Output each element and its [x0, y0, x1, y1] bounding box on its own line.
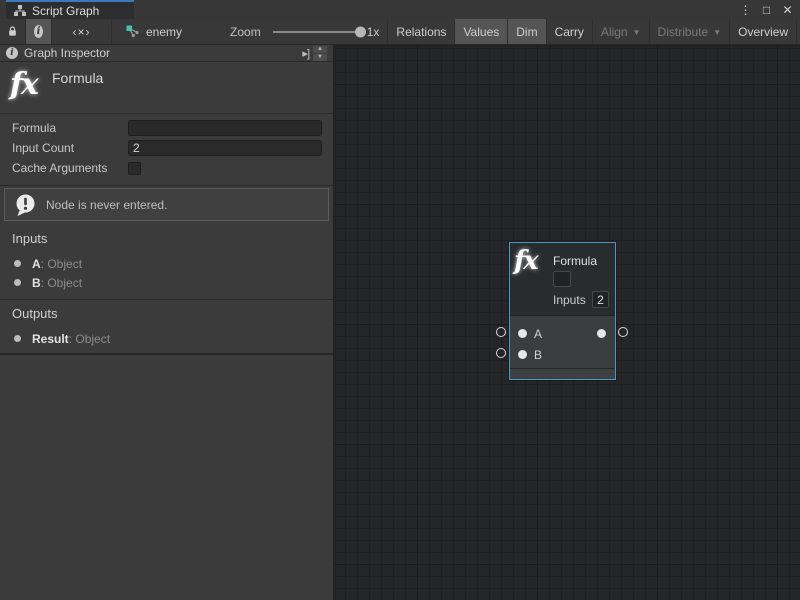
spinner-down-icon[interactable]: ▼	[313, 54, 327, 61]
graph-inspector-title: Graph Inspector	[24, 46, 110, 60]
zoom-control: Zoom 1x	[216, 19, 387, 44]
preview-code-button[interactable]: ‹×›	[52, 19, 112, 44]
graph-inspector-panel: i Graph Inspector ▸] ▲ ▼ fx Formula Form…	[0, 45, 334, 600]
inputs-section-header: Inputs	[12, 231, 47, 246]
zoom-slider-knob[interactable]	[355, 26, 366, 37]
input-count-input[interactable]	[128, 140, 322, 156]
carry-button[interactable]: Carry	[547, 19, 593, 44]
connection-hint-port-b[interactable]	[496, 348, 506, 358]
toolbar-right-group: Relations Values Dim Carry Align ▼ Distr…	[387, 19, 800, 44]
overview-button[interactable]: Overview	[730, 19, 797, 44]
align-dropdown[interactable]: Align ▼	[593, 19, 650, 44]
port-b-label: B	[534, 348, 542, 362]
dock-panel-icon[interactable]: ▸]	[302, 47, 309, 60]
info-icon: i	[34, 25, 43, 38]
zoom-slider[interactable]	[273, 31, 361, 33]
warning-text: Node is never entered.	[46, 198, 167, 212]
tab-script-graph[interactable]: Script Graph	[6, 0, 134, 19]
maximize-icon[interactable]: □	[758, 1, 775, 18]
port-bullet-icon	[14, 279, 21, 286]
spinner-up-icon[interactable]: ▲	[313, 46, 327, 53]
formula-field-label: Formula	[0, 121, 128, 135]
unity-script-graph-window: Script Graph ⋮ □ ✕ i ‹×›	[0, 0, 800, 600]
script-graph-asset-icon	[126, 25, 140, 38]
distribute-dropdown[interactable]: Distribute ▼	[650, 19, 731, 44]
lock-button[interactable]	[0, 19, 26, 44]
outputs-section-header: Outputs	[12, 306, 58, 321]
title-bar: Script Graph ⋮ □ ✕	[0, 0, 800, 19]
fx-icon: fx	[514, 246, 537, 276]
formula-node-inputs-label: Inputs	[553, 293, 586, 307]
formula-field-row: Formula	[0, 118, 333, 138]
formula-node-header: fx Formula Inputs 2	[510, 243, 615, 315]
window-controls: ⋮ □ ✕	[737, 0, 796, 19]
graph-toolbar: i ‹×› enemy Zoom 1x Relations	[0, 19, 800, 45]
cache-arguments-label: Cache Arguments	[0, 161, 128, 175]
relations-button[interactable]: Relations	[388, 19, 455, 44]
formula-input[interactable]	[128, 120, 322, 136]
graph-canvas[interactable]: fx Formula Inputs 2 A B	[334, 45, 800, 600]
input-count-label: Input Count	[0, 141, 128, 155]
formula-node[interactable]: fx Formula Inputs 2 A B	[509, 242, 616, 380]
graph-reference-label: enemy	[146, 25, 182, 39]
close-icon[interactable]: ✕	[779, 1, 796, 18]
port-bullet-icon	[14, 260, 21, 267]
values-button[interactable]: Values	[455, 19, 508, 44]
output-port-result[interactable]	[597, 329, 606, 338]
info-icon: i	[6, 47, 18, 59]
inspector-toggle-button[interactable]: i	[26, 19, 52, 44]
menu-icon[interactable]: ⋮	[737, 1, 754, 18]
output-port-row-result: Result : Object	[0, 329, 333, 348]
formula-node-count-input[interactable]: 2	[592, 291, 609, 308]
input-port-row-b: B : Object	[0, 273, 333, 292]
formula-node-footer	[510, 368, 615, 379]
panel-spinner: ▲ ▼	[313, 46, 327, 61]
divider	[0, 299, 333, 300]
formula-node-body: A B	[510, 315, 615, 368]
divider	[0, 113, 333, 114]
warning-bubble-icon	[14, 193, 37, 217]
dim-button[interactable]: Dim	[508, 19, 546, 44]
tab-label: Script Graph	[32, 4, 99, 18]
graph-hierarchy-icon	[14, 5, 26, 16]
input-count-field-row: Input Count	[0, 138, 333, 158]
lock-icon	[8, 25, 17, 38]
divider	[0, 185, 333, 186]
chevron-down-icon: ▼	[713, 28, 721, 37]
code-icon: ‹×›	[73, 25, 91, 39]
inspector-node-title: Formula	[52, 70, 103, 86]
connection-hint-port-a[interactable]	[496, 327, 506, 337]
graph-inspector-header: i Graph Inspector ▸] ▲ ▼	[0, 45, 333, 62]
cache-arguments-field-row: Cache Arguments	[0, 158, 333, 178]
input-port-a[interactable]	[518, 329, 527, 338]
port-a-label: A	[534, 327, 542, 341]
input-port-row-a: A : Object	[0, 254, 333, 273]
graph-reference-button[interactable]: enemy	[112, 19, 190, 44]
warning-box: Node is never entered.	[4, 188, 329, 221]
formula-node-title: Formula	[553, 254, 597, 268]
cache-arguments-checkbox[interactable]	[128, 162, 141, 175]
zoom-label: Zoom	[224, 25, 267, 39]
main-area: i Graph Inspector ▸] ▲ ▼ fx Formula Form…	[0, 45, 800, 600]
fx-icon: fx	[10, 67, 50, 102]
chevron-down-icon: ▼	[633, 28, 641, 37]
divider	[0, 353, 333, 355]
connection-hint-port-result[interactable]	[618, 327, 628, 337]
input-port-b[interactable]	[518, 350, 527, 359]
port-bullet-icon	[14, 335, 21, 342]
zoom-level-value: 1x	[367, 25, 380, 39]
formula-node-input[interactable]	[553, 271, 571, 287]
